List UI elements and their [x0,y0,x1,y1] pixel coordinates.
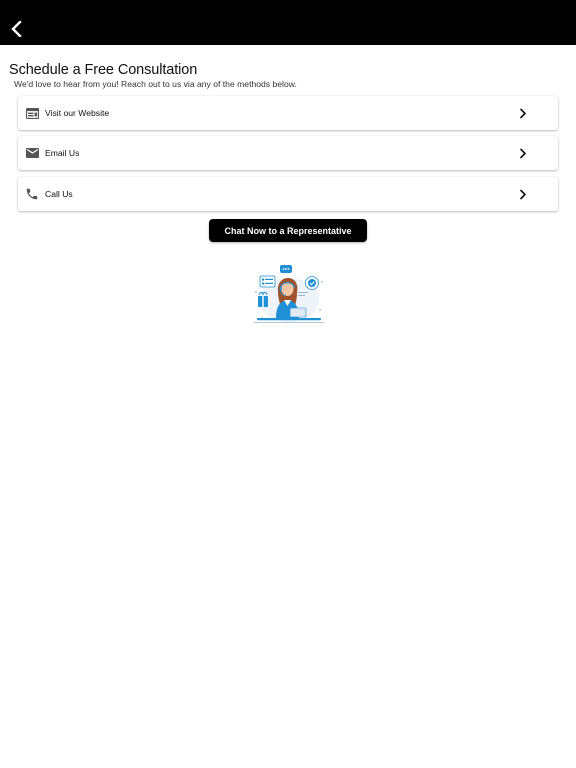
page-title: Schedule a Free Consultation [9,62,198,78]
chevron-right-icon [517,107,529,119]
back-button[interactable] [6,18,28,40]
email-us-option[interactable]: Email Us [18,136,558,170]
phone-icon [25,187,39,201]
top-app-bar [0,0,576,45]
chevron-right-icon [517,147,529,159]
chat-now-button[interactable]: Chat Now to a Representative [209,219,367,242]
chevron-left-icon [11,21,22,37]
visit-website-option[interactable]: Visit our Website [18,96,558,130]
page-subtitle: We'd love to hear from you! Reach out to… [14,79,297,89]
visit-website-label: Visit our Website [45,108,110,118]
web-icon [25,106,39,120]
support-representative-illustration [250,262,328,326]
chevron-right-icon [517,188,529,200]
call-us-option[interactable]: Call Us [18,177,558,211]
call-us-label: Call Us [45,189,73,199]
email-us-label: Email Us [45,148,80,158]
mail-icon [25,146,39,160]
